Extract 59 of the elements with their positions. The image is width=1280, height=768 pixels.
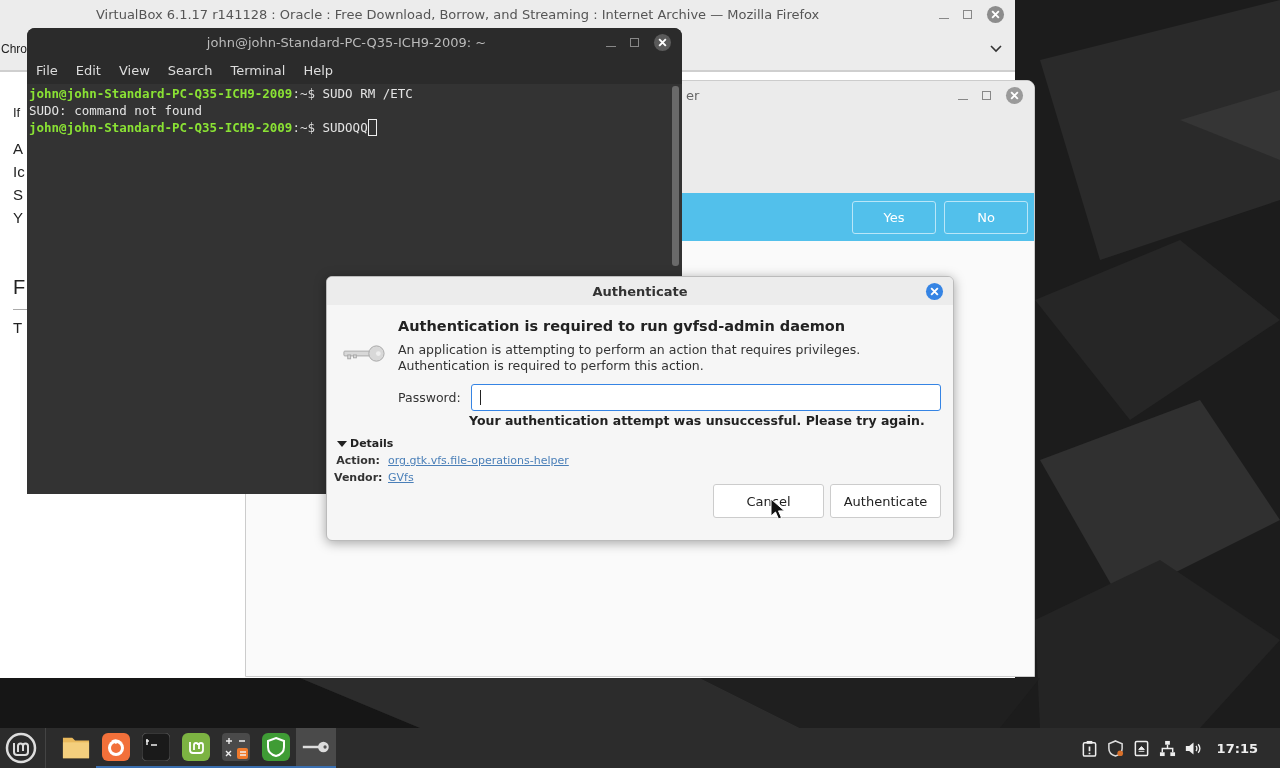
dialog-button[interactable]: Authenticate xyxy=(830,484,941,518)
menu-item[interactable]: File xyxy=(36,62,58,78)
page-text: Y xyxy=(13,208,23,228)
terminal-icon xyxy=(142,733,170,761)
detail-label: Action: xyxy=(335,454,380,467)
prompt-user: john@john-Standard-PC-Q35-ICH9-2009 xyxy=(29,85,293,102)
maximize-icon[interactable] xyxy=(982,90,991,100)
password-label: Password: xyxy=(398,390,461,405)
command-text: SUDOQQ xyxy=(322,119,368,136)
menu-item[interactable]: Terminal xyxy=(230,62,286,78)
menu-item[interactable]: Search xyxy=(167,62,213,78)
prompt-user: john@john-Standard-PC-Q35-ICH9-2009 xyxy=(29,119,293,136)
window-title: Authenticate xyxy=(592,283,688,299)
mint-logo-icon xyxy=(182,733,210,761)
dialog-message: An application is attempting to perform an action that requires privileges. Authentication is required to perform this action. xyxy=(398,342,862,374)
page-text: F xyxy=(13,275,26,300)
detail-label: Vendor: xyxy=(334,471,380,484)
output-text: SUDO: command not found xyxy=(29,102,203,119)
page-text: S xyxy=(13,185,23,205)
prompt-path: :~$ xyxy=(292,119,316,136)
expander-arrow-icon xyxy=(337,438,347,449)
mint-logo-icon[interactable] xyxy=(5,732,37,764)
network-icon[interactable] xyxy=(1158,739,1176,757)
dialog-heading: Authentication is required to run gvfsd-admin daemon xyxy=(398,317,847,336)
minimize-icon[interactable] xyxy=(958,98,968,100)
prompt-path: :~$ xyxy=(292,85,316,102)
scrollbar[interactable] xyxy=(672,86,679,266)
maximize-icon[interactable] xyxy=(630,37,639,47)
page-text: T xyxy=(13,318,23,338)
detail-link[interactable]: org.gtk.vfs.file-operations-helper xyxy=(388,454,569,467)
clock[interactable]: 17:15 xyxy=(1216,740,1258,756)
chevron-down-icon[interactable] xyxy=(989,44,1003,54)
close-icon[interactable] xyxy=(653,32,672,52)
key-icon xyxy=(342,343,386,365)
command-text: SUDO RM /ETC xyxy=(322,85,413,102)
page-text: If xyxy=(13,105,21,121)
menu-item[interactable]: View xyxy=(118,62,150,78)
taskbar-app[interactable] xyxy=(296,728,336,768)
password-field[interactable] xyxy=(470,384,941,411)
page-text: A xyxy=(13,139,23,159)
shield-icon[interactable] xyxy=(1106,739,1124,757)
maximize-icon[interactable] xyxy=(963,9,972,19)
window-title: VirtualBox 6.1.17 r141128 : Oracle : Free Download, Borrow, and Streaming : Internet Archive — Mozilla Firefox xyxy=(96,6,821,22)
fox-icon xyxy=(102,733,130,761)
window-title: er xyxy=(686,87,701,103)
eject-icon[interactable] xyxy=(1132,739,1150,757)
calculator-icon xyxy=(222,733,250,761)
details-expander[interactable]: Details xyxy=(337,437,953,450)
minimize-icon[interactable] xyxy=(606,45,616,47)
clipboard-alert-icon[interactable] xyxy=(1080,739,1098,757)
page-text: Ic xyxy=(13,162,25,182)
detail-link[interactable]: GVfs xyxy=(388,471,414,484)
error-message: Your authentication attempt was unsuccessful. Please try again. xyxy=(469,413,926,428)
minimize-icon[interactable] xyxy=(939,17,949,19)
browser-tab[interactable]: Chro xyxy=(1,42,27,56)
shield-icon xyxy=(262,733,290,761)
menu-item[interactable]: Help xyxy=(303,62,334,78)
window-title: john@john-Standard-PC-Q35-ICH9-2009: ~ xyxy=(205,34,488,50)
menu-item[interactable]: Edit xyxy=(75,62,101,78)
